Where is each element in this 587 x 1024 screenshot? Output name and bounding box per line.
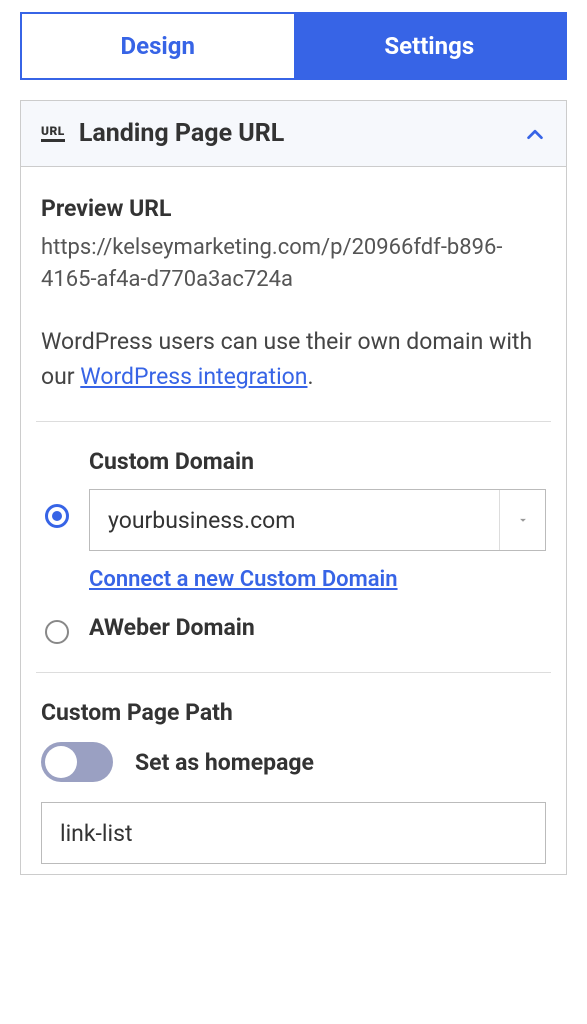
- set-as-homepage-toggle[interactable]: [41, 742, 113, 782]
- custom-domain-content: Custom Domain yourbusiness.com Connect a…: [89, 448, 546, 592]
- custom-page-path-label: Custom Page Path: [41, 699, 546, 726]
- tab-design[interactable]: Design: [22, 14, 294, 78]
- homepage-toggle-row: Set as homepage: [41, 742, 546, 782]
- wp-text-after: .: [307, 363, 313, 390]
- preview-url-label: Preview URL: [41, 195, 546, 222]
- panel-header-left: URL Landing Page URL: [41, 119, 284, 148]
- chevron-up-icon: [524, 123, 546, 145]
- divider: [36, 672, 551, 673]
- divider: [36, 421, 551, 422]
- panel-title: Landing Page URL: [79, 119, 285, 148]
- custom-page-path-input[interactable]: [41, 802, 546, 864]
- main-tabs: Design Settings: [20, 12, 567, 80]
- aweber-domain-radio[interactable]: [45, 620, 69, 644]
- dropdown-caret[interactable]: [499, 490, 545, 550]
- custom-domain-label: Custom Domain: [89, 448, 546, 475]
- custom-domain-radio[interactable]: [45, 504, 69, 528]
- wordpress-note: WordPress users can use their own domain…: [41, 324, 546, 395]
- aweber-domain-content: AWeber Domain: [89, 614, 546, 641]
- wordpress-integration-link[interactable]: WordPress integration: [80, 363, 307, 390]
- aweber-domain-option: AWeber Domain: [45, 614, 546, 644]
- custom-domain-selected: yourbusiness.com: [90, 490, 499, 550]
- url-icon: URL: [41, 125, 65, 142]
- panel-header[interactable]: URL Landing Page URL: [21, 101, 566, 167]
- aweber-domain-label: AWeber Domain: [89, 614, 255, 641]
- caret-down-icon: [516, 513, 530, 527]
- connect-new-domain-link[interactable]: Connect a new Custom Domain: [89, 567, 398, 592]
- tab-settings[interactable]: Settings: [294, 14, 566, 78]
- preview-url-value: https://kelseymarketing.com/p/20966fdf-b…: [41, 232, 546, 296]
- custom-domain-option: Custom Domain yourbusiness.com Connect a…: [45, 448, 546, 592]
- domain-radio-group: Custom Domain yourbusiness.com Connect a…: [45, 448, 546, 644]
- set-as-homepage-label: Set as homepage: [135, 749, 314, 776]
- custom-domain-select[interactable]: yourbusiness.com: [89, 489, 546, 551]
- landing-page-url-panel: URL Landing Page URL Preview URL https:/…: [20, 100, 567, 875]
- panel-body: Preview URL https://kelseymarketing.com/…: [21, 167, 566, 874]
